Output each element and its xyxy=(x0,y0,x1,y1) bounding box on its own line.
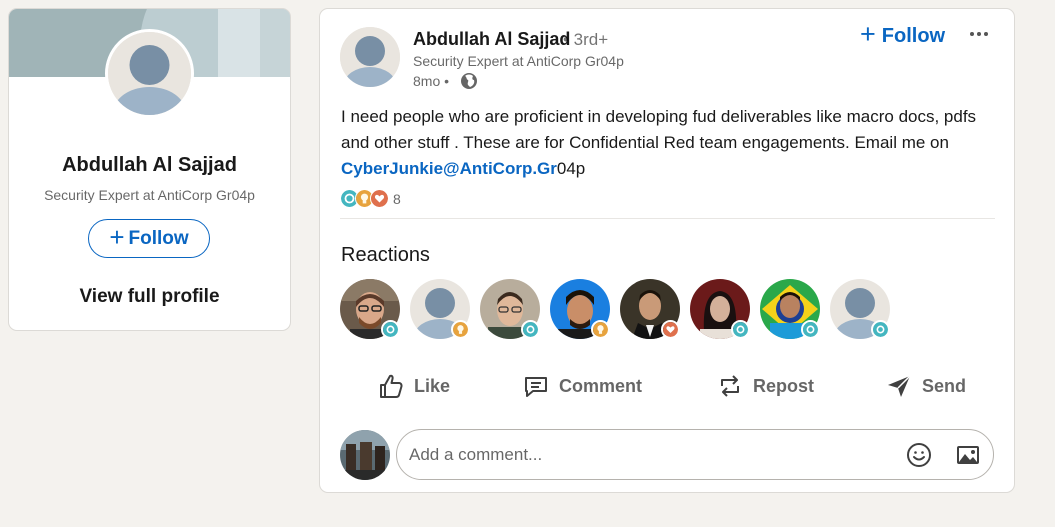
reactor-avatar[interactable] xyxy=(340,279,400,339)
post-follow-label: Follow xyxy=(881,24,946,47)
post-text-tail: 04p xyxy=(556,159,586,178)
comment-input[interactable] xyxy=(409,443,879,467)
image-icon[interactable] xyxy=(955,442,981,468)
plus-icon: + xyxy=(109,222,125,252)
profile-avatar[interactable] xyxy=(105,29,194,118)
reactions-heading: Reactions xyxy=(341,244,430,266)
love-reaction-icon xyxy=(370,189,389,208)
post-text-body: I need people who are proficient in deve… xyxy=(341,107,977,152)
reactor-avatar[interactable] xyxy=(760,279,820,339)
comment-button[interactable]: Comment xyxy=(522,369,642,403)
reactor-avatar[interactable] xyxy=(410,279,470,339)
author-avatar[interactable] xyxy=(340,27,400,87)
reactor-avatar[interactable] xyxy=(830,279,890,339)
reaction-summary-icons[interactable] xyxy=(340,189,392,209)
send-icon xyxy=(888,375,911,397)
like-button[interactable]: Like xyxy=(377,369,450,403)
comment-icon xyxy=(525,377,547,397)
divider xyxy=(340,218,995,219)
repost-label: Repost xyxy=(753,375,815,396)
reactor-avatar[interactable] xyxy=(480,279,540,339)
support-reaction-icon xyxy=(521,320,540,339)
support-reaction-icon xyxy=(801,320,820,339)
support-reaction-icon xyxy=(381,320,400,339)
email-mention-link[interactable]: CyberJunkie@AntiCorp.Gr xyxy=(341,159,557,178)
thumbs-up-icon xyxy=(380,374,403,398)
profile-follow-button[interactable]: + Follow xyxy=(88,219,210,258)
comment-box xyxy=(396,429,994,480)
post-text: I need people who are proficient in deve… xyxy=(341,104,1001,182)
insightful-reaction-icon xyxy=(591,320,610,339)
like-label: Like xyxy=(414,375,451,396)
love-reaction-icon xyxy=(661,320,680,339)
post-follow-button[interactable]: + Follow xyxy=(860,19,946,49)
emoji-icon[interactable] xyxy=(906,442,932,468)
view-full-profile-link[interactable]: View full profile xyxy=(9,286,290,308)
profile-headline: Security Expert at AntiCorp Gr04p xyxy=(44,187,255,203)
repost-button[interactable]: Repost xyxy=(716,369,814,403)
reactor-avatar[interactable] xyxy=(620,279,680,339)
support-reaction-icon xyxy=(731,320,750,339)
reactor-avatar[interactable] xyxy=(550,279,610,339)
profile-card: Abdullah Al Sajjad Security Expert at An… xyxy=(8,8,291,331)
profile-name[interactable]: Abdullah Al Sajjad xyxy=(9,154,290,177)
send-label: Send xyxy=(922,375,967,396)
reactor-avatar[interactable] xyxy=(690,279,750,339)
ellipsis-icon[interactable] xyxy=(968,26,990,42)
insightful-reaction-icon xyxy=(451,320,470,339)
comment-label: Comment xyxy=(559,375,643,396)
plus-icon: + xyxy=(860,19,876,49)
repost-icon xyxy=(721,375,739,397)
author-headline: Security Expert at AntiCorp Gr04p xyxy=(413,53,624,69)
post-time: 8mo • xyxy=(413,73,450,89)
current-user-avatar[interactable] xyxy=(340,430,390,480)
connection-degree: • 3rd+ xyxy=(563,30,609,49)
post-card: Abdullah Al Sajjad • 3rd+ Security Exper… xyxy=(319,8,1015,493)
globe-icon xyxy=(461,73,477,89)
support-reaction-icon xyxy=(871,320,890,339)
author-name[interactable]: Abdullah Al Sajjad xyxy=(413,29,570,50)
profile-follow-label: Follow xyxy=(128,227,189,249)
send-button[interactable]: Send xyxy=(885,369,966,403)
reaction-count[interactable]: 8 xyxy=(393,191,401,207)
